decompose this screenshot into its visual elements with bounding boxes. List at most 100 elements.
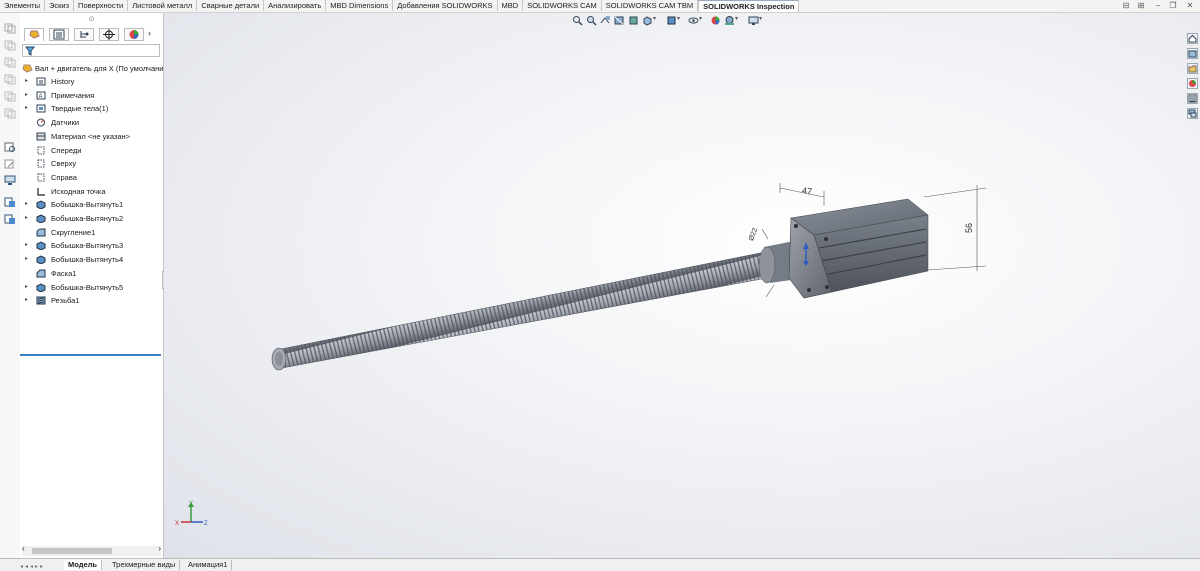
appearances-icon[interactable] bbox=[1187, 78, 1198, 89]
minimize-icon[interactable]: – bbox=[1153, 1, 1163, 10]
file-explorer-icon[interactable] bbox=[1187, 63, 1198, 74]
tree-item[interactable]: Справа bbox=[20, 171, 163, 184]
chevron-right-icon[interactable]: › bbox=[148, 28, 151, 38]
panel-grip[interactable]: ⊙ bbox=[20, 13, 163, 27]
bottom-tab-1[interactable]: Трехмерные виды bbox=[108, 560, 181, 570]
expand-arrow-icon[interactable]: ▸ bbox=[25, 102, 28, 115]
tab-9[interactable]: SOLIDWORKS CAM bbox=[523, 0, 602, 11]
tree-item[interactable]: ▸ Бобышка-Вытянуть4 bbox=[20, 253, 163, 266]
horizontal-scrollbar[interactable]: ‹ › bbox=[22, 544, 161, 556]
feature-manager-panel: ⊙ › Вал + двигатель для Х (По умолчани ▸… bbox=[20, 13, 167, 558]
forum-icon[interactable] bbox=[1187, 108, 1198, 119]
tree-item-label: History bbox=[51, 77, 75, 86]
property-manager-icon bbox=[53, 29, 65, 40]
restore-icon[interactable]: ❐ bbox=[1168, 1, 1178, 10]
expand-arrow-icon[interactable]: ▸ bbox=[25, 89, 28, 102]
expand-arrow-icon[interactable]: ▸ bbox=[25, 198, 28, 211]
copy-icon[interactable] bbox=[4, 23, 16, 34]
tab-2[interactable]: Поверхности bbox=[74, 0, 129, 11]
part-icon bbox=[22, 64, 33, 73]
tree-item[interactable]: Скругление1 bbox=[20, 226, 163, 239]
home-icon[interactable] bbox=[1187, 33, 1198, 44]
tree-item[interactable]: ▸ Резьба1 bbox=[20, 294, 163, 307]
copy-icon[interactable] bbox=[4, 91, 16, 102]
bottom-tab-0[interactable]: Модель bbox=[64, 560, 103, 570]
tab-4[interactable]: Сварные детали bbox=[197, 0, 265, 11]
tab-feature-tree[interactable] bbox=[24, 28, 44, 41]
height-dimension-label[interactable]: 56 bbox=[964, 223, 974, 233]
tree-item[interactable]: ▸ History bbox=[20, 75, 163, 88]
tab-5[interactable]: Анализировать bbox=[264, 0, 327, 11]
copy-icon[interactable] bbox=[4, 74, 16, 85]
tree-item[interactable]: ▸ Бобышка-Вытянуть2 bbox=[20, 212, 163, 225]
design-library-icon[interactable] bbox=[1187, 48, 1198, 59]
tree-filter-input[interactable] bbox=[22, 44, 160, 57]
tree-item[interactable]: Материал <не указан> bbox=[20, 130, 163, 143]
tab-11[interactable]: SOLIDWORKS Inspection bbox=[698, 0, 800, 12]
tree-item[interactable]: Сверху bbox=[20, 157, 163, 170]
tree-item-label: Бобышка-Вытянуть3 bbox=[51, 241, 124, 251]
tab-configuration-manager[interactable] bbox=[74, 28, 94, 41]
tree-item-label: Фаска1 bbox=[51, 268, 77, 278]
copy-icon[interactable] bbox=[4, 57, 16, 68]
bottom-tab-2[interactable]: Анимация1 bbox=[184, 560, 233, 570]
lead-screw[interactable] bbox=[271, 248, 795, 371]
tree-item[interactable]: Фаска1 bbox=[20, 267, 163, 280]
rollback-bar[interactable] bbox=[20, 354, 161, 356]
tree-item-label: Справа bbox=[51, 172, 77, 182]
extrude-icon bbox=[36, 200, 46, 210]
tree-item[interactable]: ▸ Твердые тела(1) bbox=[20, 102, 163, 115]
tab-dimxpert-manager[interactable] bbox=[99, 28, 119, 41]
tab-7[interactable]: Добавления SOLIDWORKS bbox=[393, 0, 498, 11]
tab-property-manager[interactable] bbox=[49, 28, 69, 41]
tree-item[interactable]: Исходная точка bbox=[20, 185, 163, 198]
tree-item[interactable]: ▸ Бобышка-Вытянуть5 bbox=[20, 281, 163, 294]
tab-6[interactable]: MBD Dimensions bbox=[326, 0, 394, 11]
tree-item[interactable]: Датчики bbox=[20, 116, 163, 129]
copy-icon[interactable] bbox=[4, 108, 16, 119]
expand-arrow-icon[interactable]: ▸ bbox=[25, 239, 28, 252]
monitor-icon[interactable] bbox=[4, 175, 16, 186]
crosshair-icon bbox=[103, 29, 115, 40]
tree-item[interactable]: ▸ Бобышка-Вытянуть1 bbox=[20, 198, 163, 211]
tab-1[interactable]: Эскиз bbox=[45, 0, 75, 11]
tab-display-manager[interactable] bbox=[124, 28, 144, 41]
graphics-area[interactable]: ▾ ▾ ▾ ▾ ▾ 47 56 Ø22 Y X Z bbox=[164, 13, 1200, 558]
extrude-icon bbox=[36, 282, 46, 292]
tab-3[interactable]: Листовой металл bbox=[128, 0, 198, 11]
custom-properties-icon[interactable] bbox=[1187, 93, 1198, 104]
chamfer-icon bbox=[36, 269, 46, 278]
origin-icon bbox=[37, 187, 45, 196]
stepper-motor[interactable] bbox=[788, 198, 929, 299]
document-icon[interactable] bbox=[4, 214, 16, 225]
collapse-icon[interactable]: ⊟ bbox=[1121, 1, 1131, 10]
close-icon[interactable]: ✕ bbox=[1185, 1, 1195, 10]
expand-icon[interactable]: ⊞ bbox=[1136, 1, 1146, 10]
copy-icon[interactable] bbox=[4, 40, 16, 51]
scroll-right-icon[interactable]: › bbox=[158, 544, 161, 553]
tree-root-part[interactable]: Вал + двигатель для Х (По умолчани bbox=[20, 62, 163, 75]
document-icon[interactable] bbox=[4, 197, 16, 208]
expand-arrow-icon[interactable]: ▸ bbox=[25, 253, 28, 266]
tab-0[interactable]: Элементы bbox=[0, 0, 45, 11]
tree-item[interactable]: ▸ Бобышка-Вытянуть3 bbox=[20, 239, 163, 252]
width-dimension-label[interactable]: 47 bbox=[801, 185, 812, 196]
scroll-thumb[interactable] bbox=[32, 548, 112, 554]
expand-arrow-icon[interactable]: ▸ bbox=[25, 212, 28, 225]
expand-arrow-icon[interactable]: ▸ bbox=[25, 281, 28, 294]
tree-item-label: Скругление1 bbox=[51, 227, 96, 237]
tree-item-label: Датчики bbox=[51, 118, 80, 128]
inspect-icon[interactable] bbox=[4, 142, 16, 153]
tab-8[interactable]: MBD bbox=[498, 0, 524, 11]
tree-item[interactable]: ▸ A Примечания bbox=[20, 89, 163, 102]
tree-item[interactable]: Спереди bbox=[20, 144, 163, 157]
scroll-left-icon[interactable]: ‹ bbox=[22, 544, 25, 553]
expand-arrow-icon[interactable]: ▸ bbox=[25, 75, 28, 88]
tab-10[interactable]: SOLIDWORKS CAM TBM bbox=[602, 0, 699, 11]
edit-icon[interactable] bbox=[4, 159, 16, 170]
model-canvas bbox=[271, 183, 987, 371]
tab-navigation-buttons[interactable]: ◂◂◂▸▸ bbox=[20, 561, 60, 570]
svg-text:Z: Z bbox=[204, 521, 208, 527]
extrude-icon bbox=[36, 241, 46, 251]
expand-arrow-icon[interactable]: ▸ bbox=[25, 294, 28, 307]
